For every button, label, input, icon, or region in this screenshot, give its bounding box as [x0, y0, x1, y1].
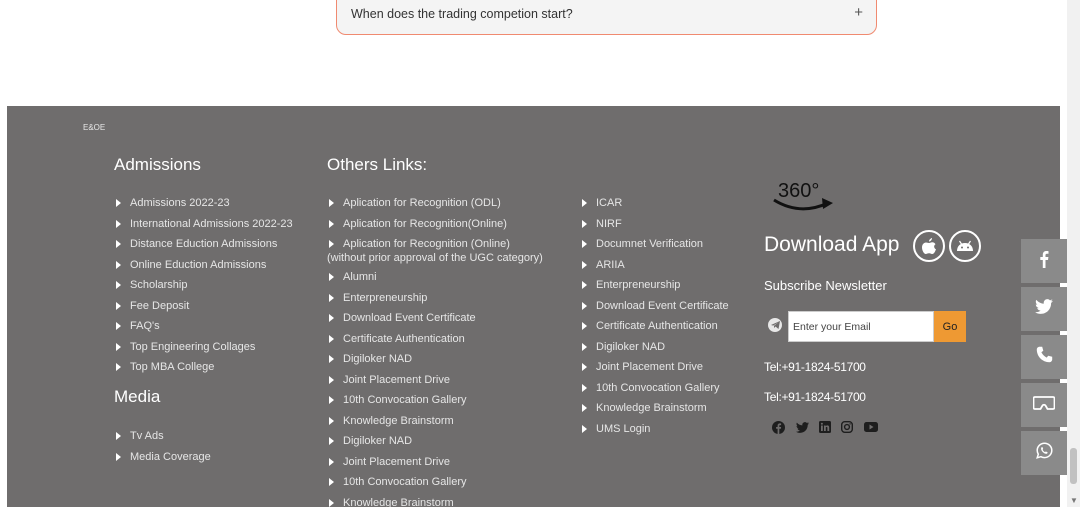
footer-link[interactable]: Download Event Certificate — [327, 311, 543, 332]
footer-link[interactable]: 10th Convocation Gallery — [327, 393, 543, 414]
footer-link[interactable]: Online Eduction Admissions — [114, 258, 293, 279]
footer-link[interactable]: ICAR — [580, 196, 729, 217]
footer-link[interactable]: Digiloker NAD — [327, 434, 543, 455]
scrollbar-thumb[interactable] — [1070, 448, 1077, 484]
footer-link[interactable]: Certificate Authentication — [327, 332, 543, 353]
subscribe-newsletter-title: Subscribe Newsletter — [764, 278, 887, 293]
footer-link[interactable]: Top MBA College — [114, 360, 293, 381]
footer-link[interactable]: Aplication for Recognition (ODL) — [327, 196, 543, 217]
go-button[interactable]: Go — [934, 311, 966, 342]
footer-link[interactable]: Aplication for Recognition (Online) (with… — [327, 237, 543, 270]
telephone[interactable]: Tel:+91-1824-51700 — [764, 390, 866, 404]
footer-link[interactable]: Top Engineering Collages — [114, 340, 293, 361]
side-facebook-button[interactable] — [1021, 239, 1067, 283]
admissions-heading: Admissions — [114, 155, 201, 174]
footer-link[interactable]: Media Coverage — [114, 450, 211, 471]
footer-link[interactable]: Distance Eduction Admissions — [114, 237, 293, 258]
whatsapp-icon — [1035, 442, 1053, 464]
download-app-title: Download App — [764, 233, 900, 256]
other-links: Aplication for Recognition (ODL) Aplicat… — [327, 196, 543, 507]
twitter-icon — [1035, 299, 1053, 319]
instagram-icon[interactable] — [840, 420, 854, 434]
footer-link[interactable]: Documnet Verification — [580, 237, 729, 258]
side-whatsapp-button[interactable] — [1021, 431, 1067, 475]
footer-link[interactable]: Scholarship — [114, 278, 293, 299]
twitter-icon[interactable] — [795, 420, 809, 434]
footer-link[interactable]: FAQ's — [114, 319, 293, 340]
footer-link[interactable]: Fee Deposit — [114, 299, 293, 320]
media-links: Tv Ads Media Coverage — [114, 429, 211, 470]
other-links-heading: Others Links: — [327, 155, 428, 174]
side-phone-button[interactable] — [1021, 335, 1067, 379]
apple-icon[interactable] — [913, 230, 945, 262]
footer-link[interactable]: Download Event Certificate — [580, 299, 729, 320]
expand-icon[interactable]: + — [854, 4, 863, 21]
linkedin-icon[interactable] — [818, 420, 832, 434]
eoe-note: E&OE — [83, 123, 106, 132]
footer-link[interactable]: Certificate Authentication — [580, 319, 729, 340]
telephone[interactable]: Tel:+91-1824-51700 — [764, 360, 866, 374]
facebook-icon — [1039, 250, 1049, 273]
footer-link[interactable]: Admissions 2022-23 — [114, 196, 293, 217]
footer-link[interactable]: Knowledge Brainstorm — [580, 401, 729, 422]
footer-link[interactable]: UMS Login — [580, 422, 729, 443]
facebook-icon[interactable] — [771, 420, 785, 434]
footer-link[interactable]: 10th Convocation Gallery — [327, 475, 543, 496]
admissions-links: Admissions 2022-23 International Admissi… — [114, 196, 293, 381]
faq-item[interactable]: When does the trading competion start? + — [336, 0, 877, 35]
footer-link[interactable]: 10th Convocation Gallery — [580, 381, 729, 402]
footer-link[interactable]: Digiloker NAD — [580, 340, 729, 361]
telegram-icon — [768, 318, 782, 332]
footer-link[interactable]: International Admissions 2022-23 — [114, 217, 293, 238]
vr-headset-icon — [1032, 395, 1056, 415]
footer-link[interactable]: Joint Placement Drive — [327, 455, 543, 476]
svg-text:360°: 360° — [778, 180, 819, 202]
faq-question[interactable]: When does the trading competion start? — [351, 7, 573, 21]
email-input[interactable] — [788, 311, 934, 342]
footer-link[interactable]: Knowledge Brainstorm — [327, 496, 543, 507]
footer-link[interactable]: Joint Placement Drive — [327, 373, 543, 394]
footer-link[interactable]: Enterpreneurship — [580, 278, 729, 299]
phone-icon — [1036, 346, 1053, 368]
media-heading: Media — [114, 387, 161, 406]
android-icon[interactable] — [949, 230, 981, 262]
side-vr-tour-button[interactable] — [1021, 383, 1067, 427]
footer-link[interactable]: ARIIA — [580, 258, 729, 279]
footer-link[interactable]: Aplication for Recognition(Online) — [327, 217, 543, 238]
side-twitter-button[interactable] — [1021, 287, 1067, 331]
footer-link[interactable]: Knowledge Brainstorm — [327, 414, 543, 435]
scrollbar[interactable]: ▼ — [1067, 0, 1080, 507]
footer-link[interactable]: Enterpreneurship — [327, 291, 543, 312]
footer-link[interactable]: Alumni — [327, 270, 543, 291]
360-logo[interactable]: 360° — [770, 176, 836, 216]
youtube-icon[interactable] — [864, 420, 878, 434]
footer-link[interactable]: Joint Placement Drive — [580, 360, 729, 381]
scroll-down-arrow-icon[interactable]: ▼ — [1070, 496, 1078, 505]
footer-link[interactable]: NIRF — [580, 217, 729, 238]
other-links-2: ICAR NIRF Documnet Verification ARIIA En… — [580, 196, 729, 442]
footer-link[interactable]: Digiloker NAD — [327, 352, 543, 373]
footer-link[interactable]: Tv Ads — [114, 429, 211, 450]
